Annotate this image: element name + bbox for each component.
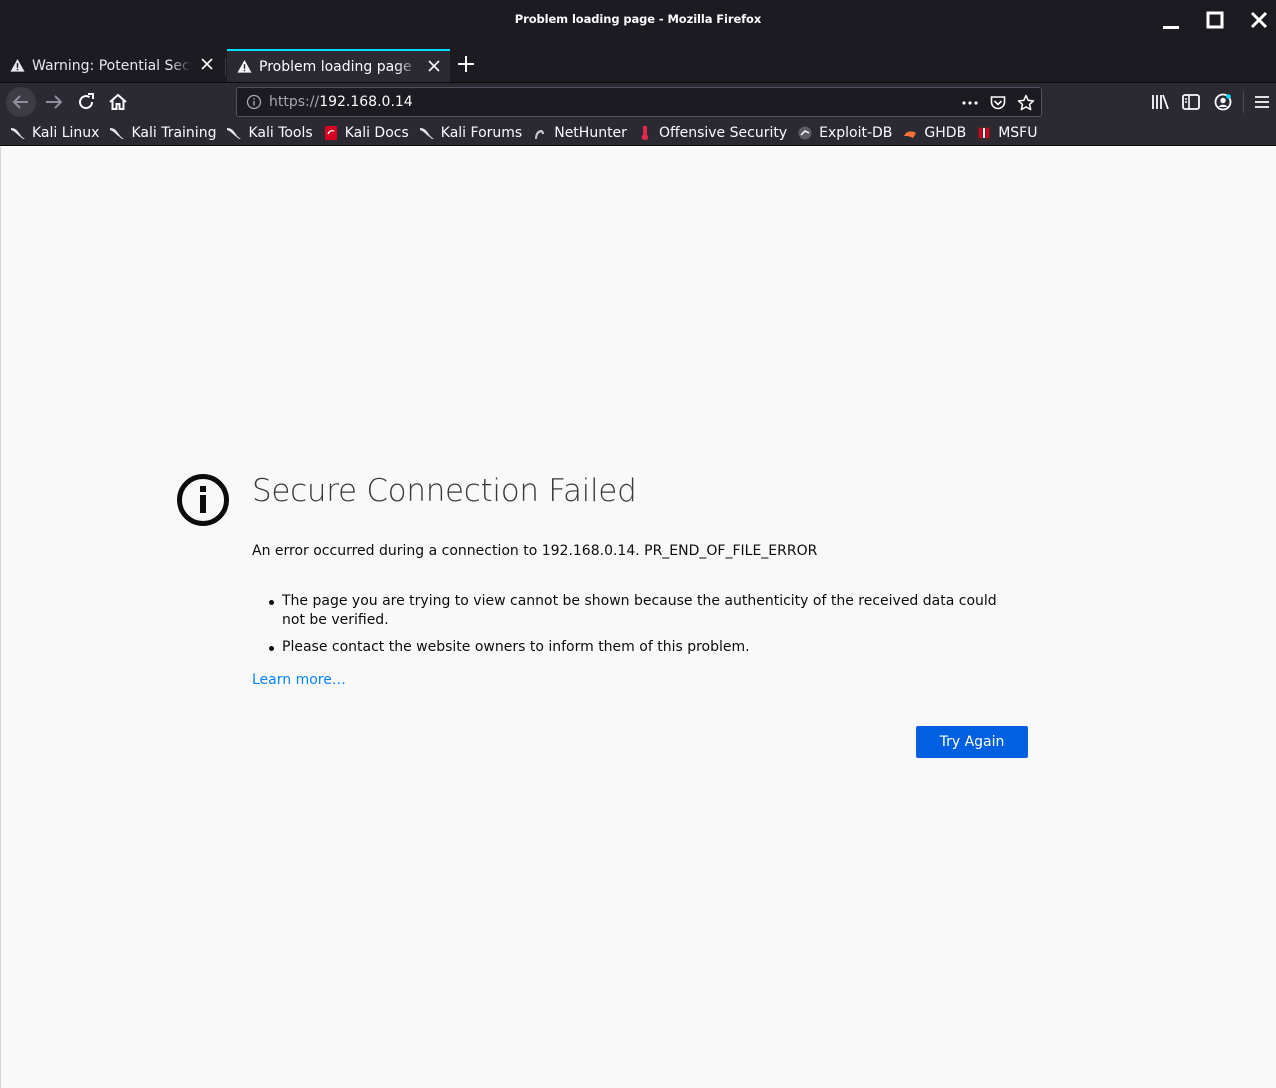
url-host: 192.168.0.14 — [319, 94, 413, 110]
kali-dragon-icon — [110, 127, 125, 139]
reload-icon — [79, 93, 94, 110]
new-tab-icon[interactable] — [457, 55, 475, 73]
bookmark-label: Kali Training — [131, 124, 217, 141]
list-item: Please contact the website owners to inf… — [269, 638, 1009, 657]
try-again-button[interactable]: Try Again — [916, 726, 1028, 758]
hamburger-menu-icon — [1255, 96, 1269, 108]
bookmark-label: Offensive Security — [658, 124, 788, 141]
pocket-icon[interactable] — [989, 94, 1007, 112]
bookmark-kali-training[interactable]: Kali Training — [109, 125, 216, 141]
tab-label: Warning: Potential Security Risk Ahead — [32, 57, 192, 74]
ghdb-icon — [904, 130, 917, 138]
close-tab-icon[interactable] — [201, 58, 213, 70]
bookmark-label: GHDB — [924, 124, 967, 141]
offensive-security-icon — [641, 125, 649, 140]
exploit-db-icon — [798, 126, 812, 139]
info-icon — [177, 474, 229, 526]
bookmark-kali-docs[interactable]: Kali Docs — [323, 125, 409, 141]
error-title: Secure Connection Failed — [252, 473, 637, 509]
list-item: The page you are trying to view cannot b… — [269, 592, 1009, 630]
toolbar-separator — [1243, 91, 1244, 113]
kali-dragon-icon — [419, 127, 434, 139]
tab-divider — [225, 58, 226, 76]
library-button[interactable] — [1148, 90, 1172, 114]
back-button[interactable] — [6, 87, 36, 117]
maximize-button[interactable] — [1203, 8, 1227, 32]
home-button[interactable] — [106, 90, 130, 114]
bookmark-kali-linux[interactable]: Kali Linux — [10, 125, 99, 141]
bookmark-label: Exploit-DB — [819, 124, 893, 141]
page-actions-icon[interactable] — [961, 94, 979, 112]
back-arrow-icon — [12, 95, 28, 109]
error-details-list: The page you are trying to view cannot b… — [269, 592, 1009, 665]
bookmark-msfu[interactable]: MSFU — [976, 125, 1037, 141]
bookmark-nethunter[interactable]: NetHunter — [532, 125, 627, 141]
maximize-icon — [1206, 11, 1224, 29]
sidebar-button[interactable] — [1179, 90, 1203, 114]
tab-strip: Warning: Potential Security Risk Ahead P… — [0, 46, 1276, 82]
forward-button[interactable] — [42, 90, 66, 114]
sidebar-icon — [1182, 94, 1200, 110]
error-description: An error occurred during a connection to… — [252, 543, 818, 559]
site-info-icon[interactable] — [246, 94, 262, 110]
bookmark-offensive-security[interactable]: Offensive Security — [637, 125, 787, 141]
warning-icon — [10, 58, 25, 72]
tab-label: Problem loading page — [259, 58, 412, 75]
tab-problem-loading-page[interactable]: Problem loading page — [227, 49, 450, 82]
window-titlebar: Problem loading page - Mozilla Firefox — [0, 0, 1276, 46]
close-tab-icon[interactable] — [428, 60, 440, 72]
navigation-toolbar: https://192.168.0.14 — [0, 82, 1276, 120]
bookmark-kali-tools[interactable]: Kali Tools — [226, 124, 313, 141]
bookmark-label: MSFU — [998, 124, 1038, 141]
close-icon — [1250, 11, 1268, 29]
minimize-button[interactable] — [1159, 8, 1183, 32]
bookmark-label: Kali Forums — [440, 124, 523, 141]
bookmarks-toolbar: Kali Linux Kali Training Kali Tools Kali… — [0, 120, 1276, 146]
window-title: Problem loading page - Mozilla Firefox — [514, 12, 762, 26]
home-icon — [109, 93, 127, 110]
bookmark-label: NetHunter — [554, 124, 627, 141]
kali-docs-icon — [324, 125, 337, 140]
account-icon — [1214, 93, 1232, 111]
nethunter-icon — [535, 129, 545, 139]
warning-icon — [237, 59, 252, 73]
reload-button[interactable] — [74, 90, 98, 114]
address-bar[interactable]: https://192.168.0.14 — [236, 87, 1042, 117]
account-button[interactable] — [1211, 90, 1235, 114]
close-window-button[interactable] — [1247, 8, 1271, 32]
bookmark-star-icon[interactable] — [1017, 94, 1035, 112]
bookmark-exploit-db[interactable]: Exploit-DB — [797, 125, 892, 141]
minimize-icon — [1163, 26, 1179, 29]
learn-more-link[interactable]: Learn more… — [252, 672, 346, 688]
tab-security-warning[interactable]: Warning: Potential Security Risk Ahead — [0, 49, 223, 82]
kali-dragon-icon — [227, 127, 242, 139]
bookmark-label: Kali Tools — [248, 124, 313, 141]
menu-button[interactable] — [1250, 90, 1274, 114]
msfu-icon — [977, 125, 992, 140]
kali-dragon-icon — [11, 127, 25, 139]
url-text[interactable]: https://192.168.0.14 — [269, 94, 413, 110]
bookmark-ghdb[interactable]: GHDB — [902, 125, 966, 141]
bookmark-kali-forums[interactable]: Kali Forums — [419, 125, 522, 141]
url-scheme: https:// — [269, 94, 320, 110]
bookmark-label: Kali Linux — [32, 124, 100, 141]
bookmark-label: Kali Docs — [344, 124, 409, 141]
library-icon — [1152, 94, 1169, 110]
forward-arrow-icon — [46, 95, 63, 109]
error-page: Secure Connection Failed An error occurr… — [0, 147, 1276, 1088]
